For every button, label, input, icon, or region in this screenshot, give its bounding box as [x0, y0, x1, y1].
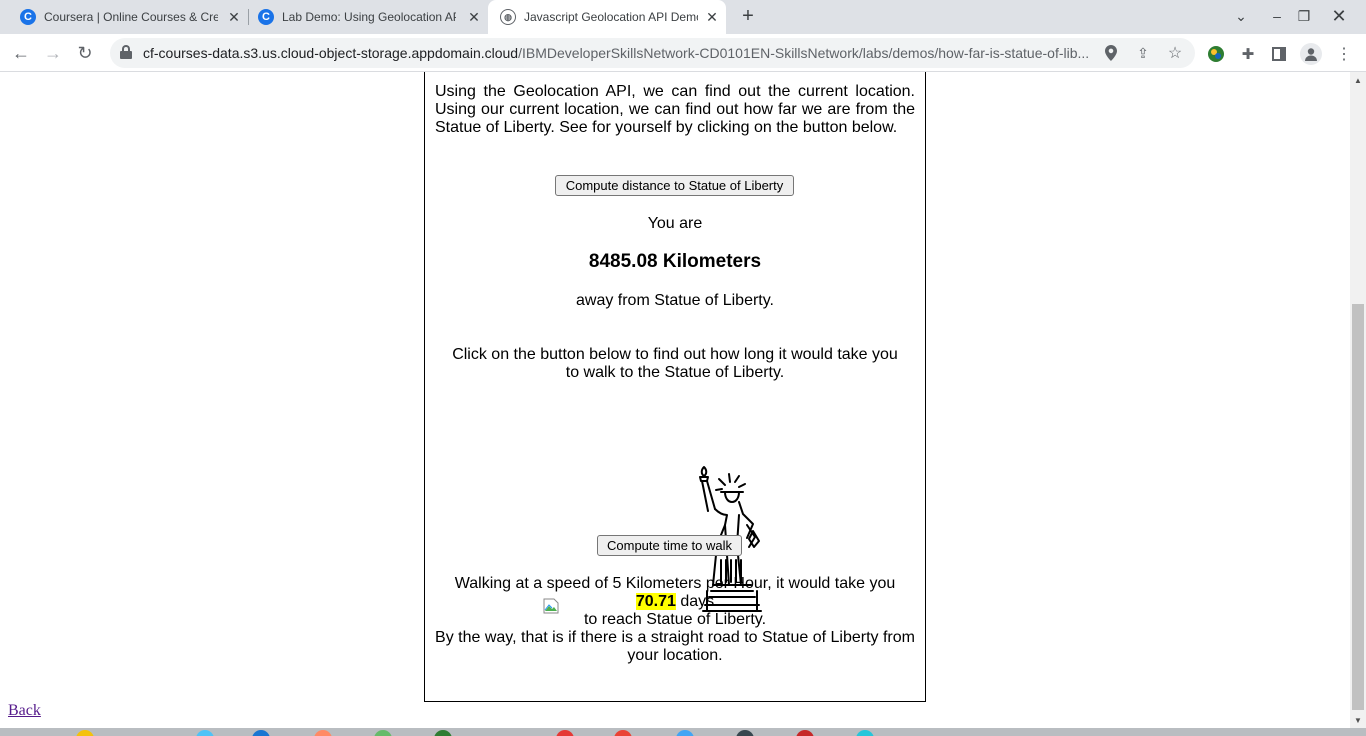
back-link[interactable]: Back [8, 702, 41, 720]
taskbar-app-icon[interactable] [676, 730, 694, 736]
lock-icon[interactable] [120, 45, 132, 59]
scroll-up-arrow-icon[interactable]: ▲ [1350, 72, 1366, 88]
location-pin-icon[interactable] [1101, 43, 1121, 63]
away-from-text: away from Statue of Liberty. [575, 292, 774, 309]
window-close-button[interactable]: ✕ [1325, 2, 1353, 30]
bookmark-star-icon[interactable]: ☆ [1165, 43, 1185, 63]
coursera-icon: C [20, 9, 36, 25]
forward-arrow-icon[interactable]: → [40, 40, 66, 66]
coursera-icon: C [258, 9, 274, 25]
reload-icon[interactable]: ↻ [72, 40, 98, 66]
page-viewport: Using the Geolocation API, we can find o… [0, 72, 1350, 728]
address-bar[interactable]: cf-courses-data.s3.us.cloud-object-stora… [110, 38, 1195, 68]
days-line: 70.71 days [425, 593, 925, 611]
tab-geolocation-demo[interactable]: ◍ Javascript Geolocation API Demo ✕ [488, 0, 726, 34]
side-panel-icon[interactable] [1268, 43, 1290, 65]
walk-speed-text: Walking at a speed of 5 Kilometers per H… [454, 575, 896, 592]
minimize-button[interactable]: – [1263, 2, 1291, 30]
taskbar-app-icon[interactable] [556, 730, 574, 736]
taskbar-app-icon[interactable] [796, 730, 814, 736]
browser-toolbar: ← → ↻ cf-courses-data.s3.us.cloud-object… [0, 34, 1366, 72]
reach-text: to reach Statue of Liberty. [583, 611, 767, 628]
taskbar-app-icon[interactable] [314, 730, 332, 736]
taskbar-app-icon[interactable] [76, 730, 94, 736]
globe-icon: ◍ [500, 9, 516, 25]
os-taskbar [0, 728, 1366, 736]
tab-strip: C Coursera | Online Courses & Credential… [0, 0, 1366, 34]
close-icon[interactable]: ✕ [466, 9, 482, 25]
tab-title: Javascript Geolocation API Demo [524, 10, 698, 24]
profile-avatar-icon[interactable] [1300, 43, 1322, 65]
intro-paragraph: Using the Geolocation API, we can find o… [435, 83, 915, 136]
you-are-text: You are [647, 215, 703, 232]
by-the-way-text: By the way, that is if there is a straig… [435, 629, 915, 664]
close-icon[interactable]: ✕ [704, 9, 720, 25]
tab-title: Coursera | Online Courses & Credentials [44, 10, 218, 24]
compute-time-button[interactable]: Compute time to walk [597, 535, 742, 556]
content-card: Using the Geolocation API, we can find o… [424, 72, 926, 702]
scroll-down-arrow-icon[interactable]: ▼ [1350, 712, 1366, 728]
menu-kebab-icon[interactable]: ⋮ [1333, 43, 1355, 65]
extension-globe-icon[interactable] [1205, 43, 1227, 65]
compute-distance-button[interactable]: Compute distance to Statue of Liberty [555, 175, 794, 196]
extensions-puzzle-icon[interactable]: ✚ [1237, 43, 1259, 65]
tab-search-icon[interactable]: ⌄ [1227, 2, 1255, 30]
new-tab-button[interactable]: + [737, 5, 759, 27]
tab-title: Lab Demo: Using Geolocation API [282, 10, 456, 24]
taskbar-chrome-icon[interactable] [614, 730, 632, 736]
days-unit: days [680, 593, 715, 610]
share-icon[interactable]: ⇪ [1133, 43, 1153, 63]
tab-coursera[interactable]: C Coursera | Online Courses & Credential… [0, 0, 248, 34]
url-text[interactable]: cf-courses-data.s3.us.cloud-object-stora… [143, 45, 1091, 61]
taskbar-app-icon[interactable] [434, 730, 452, 736]
restore-button[interactable]: ❐ [1290, 2, 1318, 30]
vertical-scrollbar[interactable]: ▲ ▼ [1350, 72, 1366, 728]
taskbar-app-icon[interactable] [196, 730, 214, 736]
taskbar-app-icon[interactable] [374, 730, 392, 736]
distance-value: 8485.08 Kilometers [588, 251, 762, 272]
taskbar-app-icon[interactable] [252, 730, 270, 736]
walking-result: Walking at a speed of 5 Kilometers per H… [425, 575, 925, 665]
scroll-thumb[interactable] [1352, 304, 1364, 710]
taskbar-app-icon[interactable] [736, 730, 754, 736]
taskbar-app-icon[interactable] [856, 730, 874, 736]
tab-lab-demo[interactable]: C Lab Demo: Using Geolocation API ✕ [240, 0, 488, 34]
back-arrow-icon[interactable]: ← [8, 40, 34, 66]
days-value: 70.71 [635, 593, 676, 610]
walk-prompt-text: Click on the button below to find out ho… [452, 346, 898, 381]
